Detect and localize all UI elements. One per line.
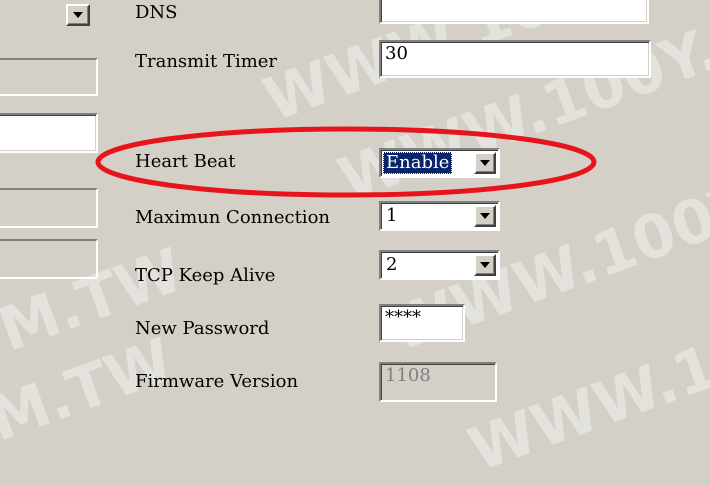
new-password-input[interactable]: **** [379,304,465,342]
chevron-down-icon [480,160,490,166]
chevron-down-icon [480,213,490,219]
left-field-1[interactable] [0,58,98,96]
heart-beat-value: Enable [383,152,453,174]
heart-beat-label: Heart Beat [135,151,236,172]
chevron-down-icon [480,262,490,268]
transmit-timer-label: Transmit Timer [135,51,278,72]
transmit-timer-input[interactable]: 30 [379,40,651,78]
left-dropdown-button[interactable] [66,4,90,26]
max-connection-value: 1 [386,205,398,226]
max-connection-label: Maximun Connection [135,207,330,228]
watermark-text: WWW.100Y.COM.TW [460,186,710,486]
firmware-version-input: 1108 [379,362,497,402]
left-field-2[interactable] [0,113,98,153]
max-connection-dropdown-button[interactable] [474,205,496,227]
heart-beat-dropdown-button[interactable] [474,152,496,174]
left-field-4[interactable] [0,239,98,279]
dns-input[interactable] [379,0,649,24]
left-field-3[interactable] [0,188,98,228]
tcp-keep-alive-select[interactable]: 2 [379,250,500,280]
tcp-keep-alive-value: 2 [386,254,398,275]
tcp-keep-alive-label: TCP Keep Alive [135,265,276,286]
chevron-down-icon [73,12,83,18]
max-connection-select[interactable]: 1 [379,201,500,231]
heart-beat-select[interactable]: Enable [379,148,500,178]
watermark-text: WWW.100Y.COM.TW [330,0,710,216]
dns-label: DNS [135,2,178,23]
firmware-version-label: Firmware Version [135,371,299,392]
new-password-label: New Password [135,318,270,339]
tcp-keep-alive-dropdown-button[interactable] [474,254,496,276]
